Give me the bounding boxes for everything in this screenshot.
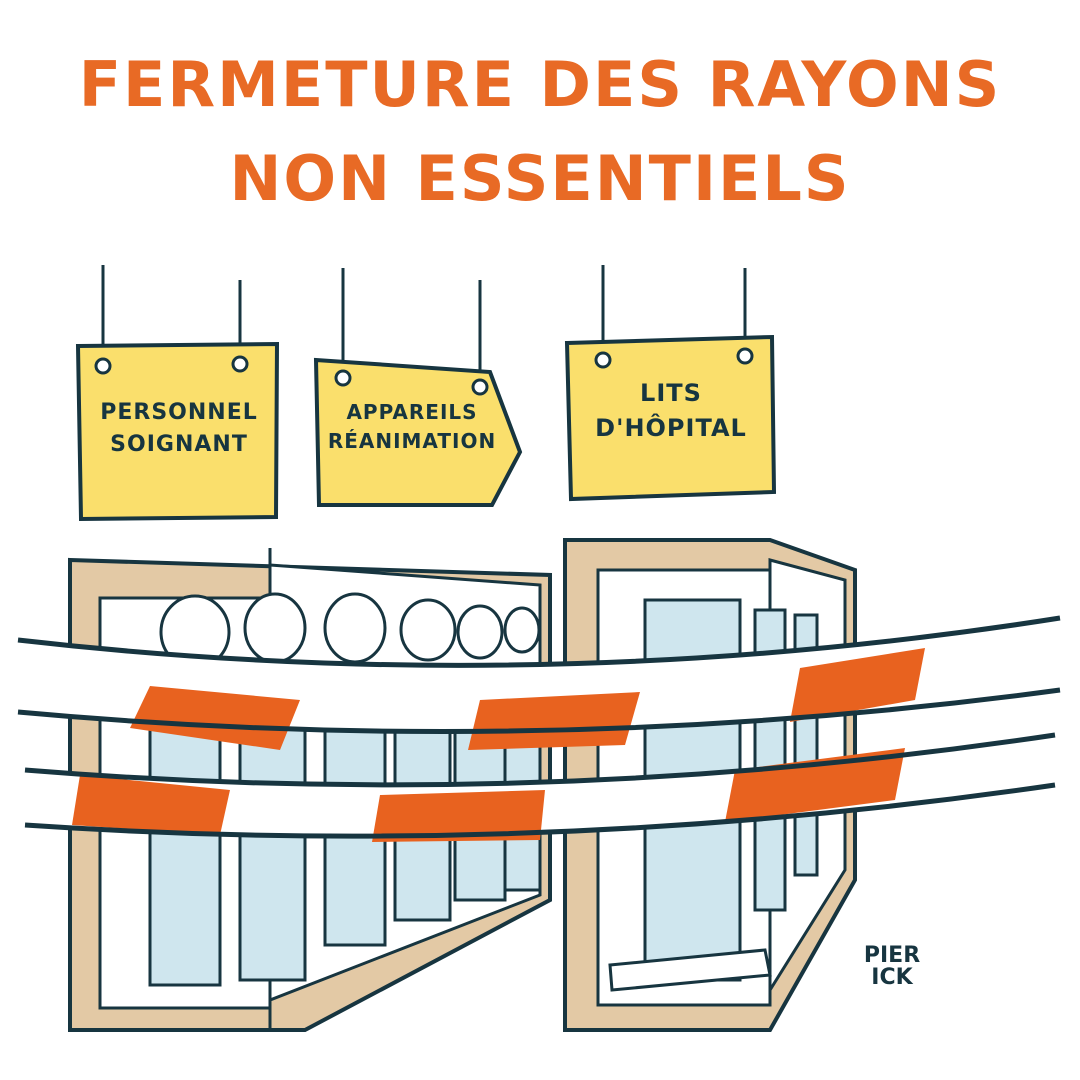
cartoon-title-line-1: FERMETURE DES RAYONS <box>78 48 1002 121</box>
sign-personnel-soignant: PERSONNEL SOIGNANT <box>82 397 276 461</box>
sign-line: SOIGNANT <box>110 431 248 457</box>
signature-line: PIER <box>863 943 921 968</box>
sign-line: APPAREILS <box>346 400 478 424</box>
sign-appareils-reanimation: APPAREILS RÉANIMATION <box>322 398 502 456</box>
sign-line: D'HÔPITAL <box>595 413 747 442</box>
artist-signature: PIER ICK <box>852 945 932 989</box>
sign-lits-hopital: LITS D'HÔPITAL <box>571 376 771 446</box>
sign-line: LITS <box>640 379 702 407</box>
cartoon-title-line-2: NON ESSENTIELS <box>229 142 851 215</box>
signature-line: ICK <box>871 965 913 990</box>
sign-line: RÉANIMATION <box>327 429 497 453</box>
sign-line: PERSONNEL <box>100 400 258 425</box>
